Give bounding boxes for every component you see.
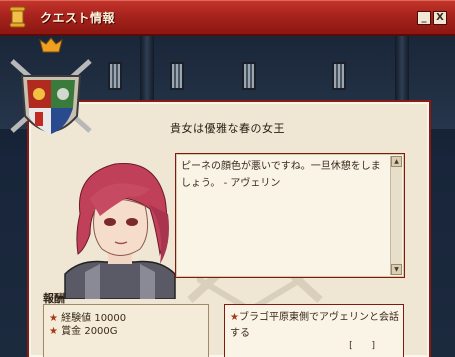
guild-emblem xyxy=(10,37,92,134)
star-icon: ★ xyxy=(49,326,58,337)
minimize-button[interactable]: _ xyxy=(417,11,431,25)
scroll-up-arrow-icon[interactable]: ▲ xyxy=(391,156,402,167)
scroll-icon xyxy=(9,6,26,28)
reward-item: ★ 賞金 2000G xyxy=(49,322,118,337)
objective-item: ★ブラゴ平原東側でアヴェリンと会話する xyxy=(230,310,400,342)
dialogue-text: ピーネの顔色が悪いですね。一旦休憩をしましょう。 - アヴェリン xyxy=(181,161,381,189)
objective-text: ブラゴ平原東側でアヴェリンと会話する xyxy=(230,312,399,339)
scroll-down-arrow-icon[interactable]: ▼ xyxy=(391,264,402,275)
dialogue-box[interactable]: ピーネの顔色が悪いですね。一旦休憩をしましょう。 - アヴェリン ▲ ▼ xyxy=(175,153,405,278)
castle-window xyxy=(170,62,184,90)
star-icon: ★ xyxy=(230,312,239,323)
objective-progress: [ ] xyxy=(349,341,383,351)
close-button[interactable]: X xyxy=(433,11,447,25)
reward-box: ★ 経験値 10000 ★ 賞金 2000G xyxy=(43,304,209,357)
castle-window xyxy=(108,62,122,90)
character-portrait xyxy=(64,162,176,299)
objective-box: ★ブラゴ平原東側でアヴェリンと会話する [ ] xyxy=(224,304,404,357)
castle-window xyxy=(332,62,346,90)
window-title: クエスト情報 xyxy=(40,11,116,25)
castle-window xyxy=(242,62,256,90)
dialogue-scrollbar[interactable]: ▲ ▼ xyxy=(390,156,402,275)
reward-item-text: 賞金 2000G xyxy=(61,326,118,337)
window-titlebar[interactable]: クエスト情報 _ X xyxy=(0,0,455,36)
